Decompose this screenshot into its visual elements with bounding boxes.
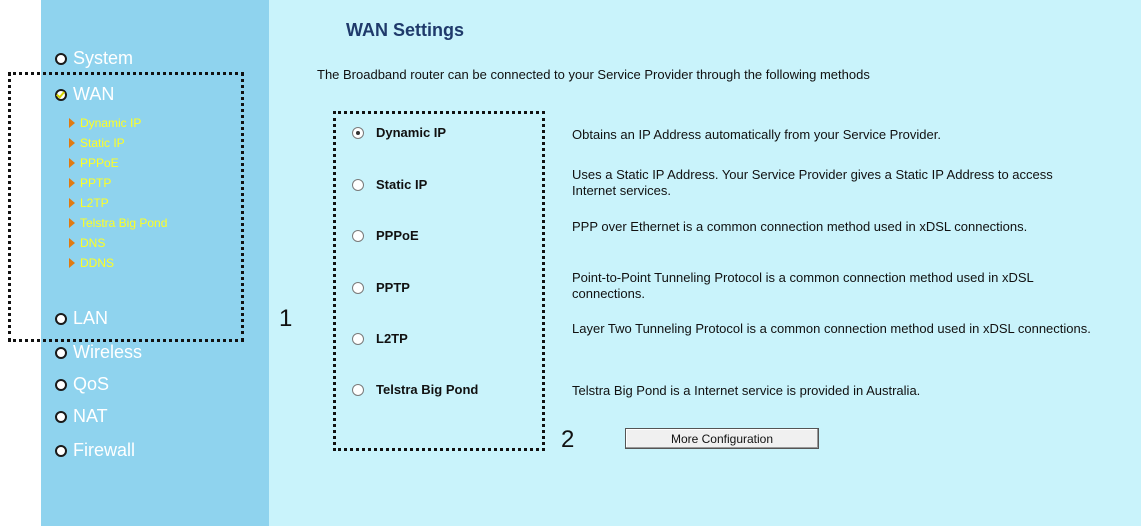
option-description: Point-to-Point Tunneling Protocol is a c… (572, 270, 1034, 301)
circle-bullet-icon (55, 378, 67, 391)
nav-item-nat[interactable]: NAT (55, 406, 108, 427)
option-description: PPP over Ethernet is a common connection… (572, 219, 1028, 234)
option-description: Uses a Static IP Address. Your Service P… (572, 167, 1053, 198)
annotation-label-2: 2 (561, 426, 575, 453)
nav-label: System (73, 48, 134, 68)
nav-label: QoS (73, 374, 110, 394)
nav-label: Firewall (73, 440, 136, 460)
option-description: Telstra Big Pond is a Internet service i… (572, 383, 921, 398)
page-title: WAN Settings (346, 20, 465, 40)
option-description: Layer Two Tunneling Protocol is a common… (572, 321, 1091, 336)
circle-bullet-icon (55, 444, 67, 457)
intro-text: The Broadband router can be connected to… (317, 67, 870, 82)
nav-item-qos[interactable]: QoS (55, 374, 109, 395)
annotation-label-1: 1 (279, 305, 293, 332)
more-configuration-button[interactable]: More Configuration (625, 428, 819, 449)
circle-bullet-icon (55, 346, 67, 359)
nav-label: Wireless (73, 342, 143, 362)
option-description: Obtains an IP Address automatically from… (572, 127, 941, 142)
circle-bullet-icon (55, 410, 67, 423)
circle-bullet-icon (55, 52, 67, 65)
nav-item-wireless[interactable]: Wireless (55, 342, 142, 363)
nav-item-firewall[interactable]: Firewall (55, 440, 135, 461)
nav-item-system[interactable]: System (55, 48, 133, 69)
nav-label: NAT (73, 406, 108, 426)
annotation-box-2 (333, 111, 545, 451)
annotation-box-1 (8, 72, 244, 342)
